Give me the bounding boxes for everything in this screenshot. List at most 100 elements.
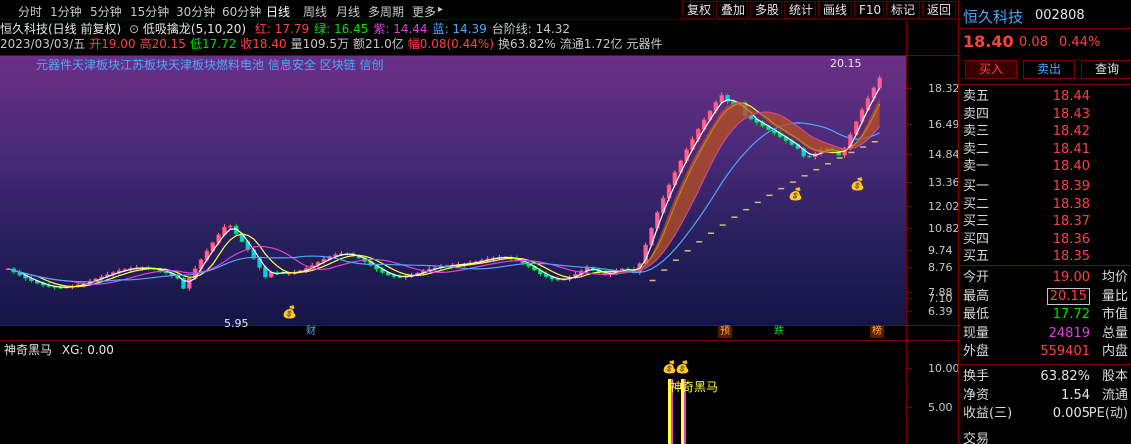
trade-button[interactable]: 卖出 — [1023, 60, 1075, 79]
period-tab[interactable]: 1分钟 — [50, 3, 82, 20]
ask-price: 18.40 — [1052, 159, 1090, 175]
ohlc-field: 额21.0亿 — [353, 37, 404, 51]
ohlc-field: 收18.40 — [240, 37, 287, 51]
bid-price: 18.39 — [1052, 179, 1090, 194]
ask-row[interactable]: 卖四 18.43 — [963, 106, 1128, 123]
indicator-axis-label: 10.00 — [928, 362, 960, 375]
more-arrow-icon[interactable]: ▸ — [438, 4, 443, 15]
stair-line-step — [766, 194, 773, 197]
toolbar-button[interactable]: 多股 — [750, 1, 782, 19]
toolbar-button[interactable]: 标记 — [886, 1, 920, 19]
main-kline-chart[interactable] — [0, 55, 906, 325]
bid-row[interactable]: 买一 18.39 — [963, 178, 1128, 195]
toolbar-button[interactable]: 统计 — [784, 1, 816, 19]
moving-average-line — [7, 111, 881, 285]
ohlc-field: 量109.5万 — [290, 37, 350, 51]
period-toolbar: 分时 1分钟 5分钟 15分钟 30分钟 60分钟 日线 周线 月线 多周期 更多 ▸ 复权 叠加 多股 统计… — [0, 0, 958, 20]
axis-tick — [907, 311, 912, 312]
ask-row[interactable]: 卖一 18.40 — [963, 158, 1128, 175]
ohlc-field: 幅0.08(0.44%) — [407, 37, 494, 51]
stock-title: 恒久科技(日线 前复权) — [0, 22, 122, 36]
ohlc-field: 2023/03/03/五 — [0, 37, 86, 51]
period-tab[interactable]: 30分钟 — [176, 3, 215, 20]
axis-tick — [907, 124, 912, 125]
divider — [959, 364, 1131, 365]
period-tab[interactable]: 60分钟 — [222, 3, 261, 20]
stat-value: 1.54 — [1061, 387, 1090, 403]
trade-button[interactable]: 查询 — [1081, 60, 1131, 79]
bid-row[interactable]: 买二 18.38 — [963, 196, 1128, 213]
ohlc-field: 高20.15 — [139, 37, 186, 51]
period-tab[interactable]: 日线 — [266, 3, 290, 20]
bid-row[interactable]: 买三 18.37 — [963, 213, 1128, 230]
bid-row[interactable]: 买四 18.36 — [963, 231, 1128, 248]
collapse-icon[interactable]: ⊙ — [129, 22, 139, 36]
period-tab[interactable]: 更多 — [412, 3, 436, 20]
period-tab[interactable]: 分时 — [18, 3, 42, 20]
trend-ribbon — [616, 98, 880, 274]
price-axis-label: 9.74 — [928, 244, 953, 257]
event-marker[interactable]: 跌 — [772, 326, 786, 338]
stat-label-secondary: 总量 — [1101, 325, 1128, 341]
candle-body — [228, 225, 233, 228]
ask-price: 18.44 — [1052, 89, 1090, 104]
ask-label: 卖四 — [963, 106, 990, 122]
ask-row[interactable]: 卖三 18.42 — [963, 123, 1128, 140]
stat-value: 19.00 — [1052, 270, 1090, 285]
ask-row[interactable]: 卖二 18.41 — [963, 141, 1128, 158]
concept-list: 元器件天津板块江苏板块天津板块燃料电池 信息安全 区块链 信创 — [36, 58, 384, 72]
period-tab[interactable]: 5分钟 — [90, 3, 122, 20]
indicator-name[interactable]: 低吸擒龙(5,10,20) — [143, 22, 246, 36]
stat-label: 最低 — [963, 307, 990, 322]
ask-price: 18.42 — [1052, 124, 1090, 140]
bid-price: 18.38 — [1052, 196, 1090, 212]
period-tab[interactable]: 多周期 — [368, 3, 404, 20]
stair-line-step — [871, 140, 878, 143]
quote-stat-row: 净资 1.54 流通 — [963, 387, 1128, 404]
ask-price: 18.43 — [1052, 106, 1090, 122]
event-marker[interactable]: 预 — [718, 326, 732, 338]
money-bag-icon: 💰 — [675, 360, 690, 374]
price-axis-label: 7.10 — [928, 292, 953, 305]
stat-label-secondary: 市值 — [1101, 307, 1128, 322]
toolbar-button[interactable]: 叠加 — [716, 1, 748, 19]
axis-tick — [907, 206, 912, 207]
ask-price: 18.41 — [1052, 141, 1090, 157]
bid-price: 18.35 — [1052, 249, 1090, 265]
divider — [0, 325, 958, 326]
price-change: 0.08 — [1019, 35, 1048, 50]
event-marker[interactable]: 榜 — [870, 326, 884, 338]
toolbar-button[interactable]: 画线 — [818, 1, 852, 19]
candle-body — [807, 155, 812, 158]
toolbar-button[interactable]: 复权 — [682, 1, 714, 19]
stair-line-step — [708, 232, 714, 235]
candle-body — [187, 278, 192, 289]
stat-label: 净资 — [963, 387, 990, 403]
period-tab[interactable]: 月线 — [336, 3, 360, 20]
ask-label: 卖五 — [963, 89, 990, 104]
candle-body — [719, 94, 724, 103]
toolbar-button[interactable]: 返回 — [922, 1, 956, 19]
bid-row[interactable]: 买五 18.35 — [963, 248, 1128, 265]
price-axis-label: 18.32 — [928, 82, 960, 95]
indicator-legend-value: 紫: 14.44 — [373, 22, 428, 36]
axis-tick — [907, 298, 912, 299]
indicator-legend-value: 红: 17.79 — [254, 22, 310, 36]
chart-title-line: 恒久科技(日线 前复权) ⊙ 低吸擒龙(5,10,20) 红: 17.79 绿: … — [0, 22, 570, 36]
indicator-legend-value: 绿: 16.45 — [314, 22, 369, 36]
price-axis-label: 13.36 — [928, 176, 960, 189]
bid-label: 买四 — [963, 231, 990, 247]
period-tab[interactable]: 周线 — [303, 3, 327, 20]
indicator-title[interactable]: 神奇黑马 — [4, 343, 52, 357]
period-tab[interactable]: 15分钟 — [130, 3, 169, 20]
stat-value: 63.82% — [1040, 369, 1090, 384]
toolbar-button[interactable]: F10 — [854, 1, 884, 19]
stair-line-step — [719, 224, 726, 226]
ask-row[interactable]: 卖五 18.44 — [963, 88, 1128, 105]
ohlc-field: 开19.00 — [89, 37, 136, 51]
quote-stat-row: 今开 19.00 均价 — [963, 269, 1128, 286]
trade-button[interactable]: 买入 — [965, 60, 1017, 79]
event-marker[interactable]: 财 — [304, 326, 318, 338]
indicator-chart[interactable] — [0, 357, 906, 444]
stair-line-step — [813, 168, 820, 171]
